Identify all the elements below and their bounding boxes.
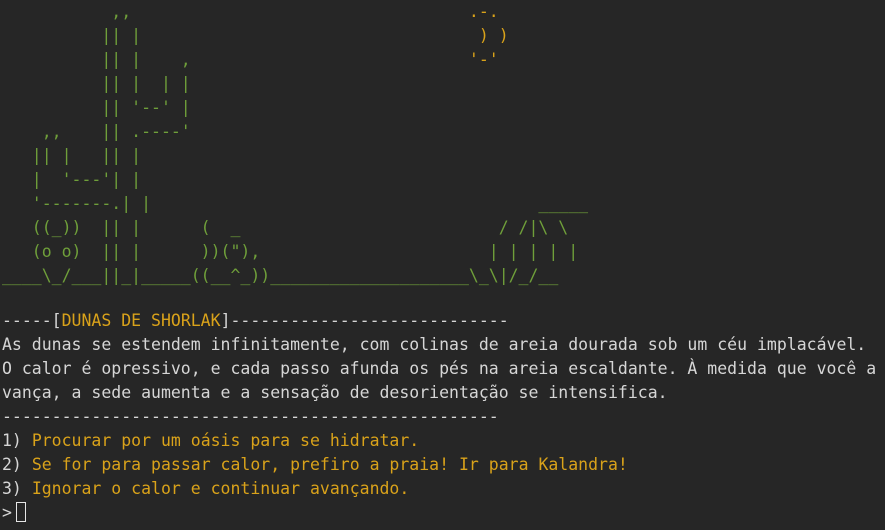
option-3[interactable]: 3) Ignorar o calor e continuar avançando… xyxy=(2,477,876,501)
option-1-number: 1) xyxy=(2,431,22,450)
desert-ascii-art: ,, .-. || | ) ) || | , '-' || | | | || '… xyxy=(2,2,589,285)
scene-title: DUNAS DE SHORLAK xyxy=(61,311,221,330)
moon-ascii: .-. xyxy=(468,2,499,21)
game-text-output: -----[DUNAS DE SHORLAK]-----------------… xyxy=(2,309,876,525)
scene-header: -----[DUNAS DE SHORLAK]-----------------… xyxy=(2,309,876,333)
description-line-3: vança, a sede aumenta e a sensação de de… xyxy=(2,383,668,402)
option-1[interactable]: 1) Procurar por um oásis para se hidrata… xyxy=(2,429,876,453)
option-3-number: 3) xyxy=(2,479,22,498)
option-1-text: Procurar por um oásis para se hidratar. xyxy=(31,431,420,450)
option-2-text: Se for para passar calor, prefiro a prai… xyxy=(31,455,628,474)
description-line-2: O calor é opressivo, e cada passo afunda… xyxy=(2,359,877,378)
header-dashes-left: -----[ xyxy=(2,311,62,330)
option-2[interactable]: 2) Se for para passar calor, prefiro a p… xyxy=(2,453,876,477)
option-3-text: Ignorar o calor e continuar avançando. xyxy=(31,479,410,498)
header-dashes-right: ]---------------------------- xyxy=(220,311,509,330)
separator-line: ----------------------------------------… xyxy=(2,407,499,426)
option-2-number: 2) xyxy=(2,455,22,474)
description-line-1: As dunas se estendem infinitamente, com … xyxy=(2,335,867,354)
text-cursor[interactable] xyxy=(15,502,26,522)
input-prompt-line[interactable]: > xyxy=(2,501,876,525)
prompt-symbol: > xyxy=(2,503,12,522)
